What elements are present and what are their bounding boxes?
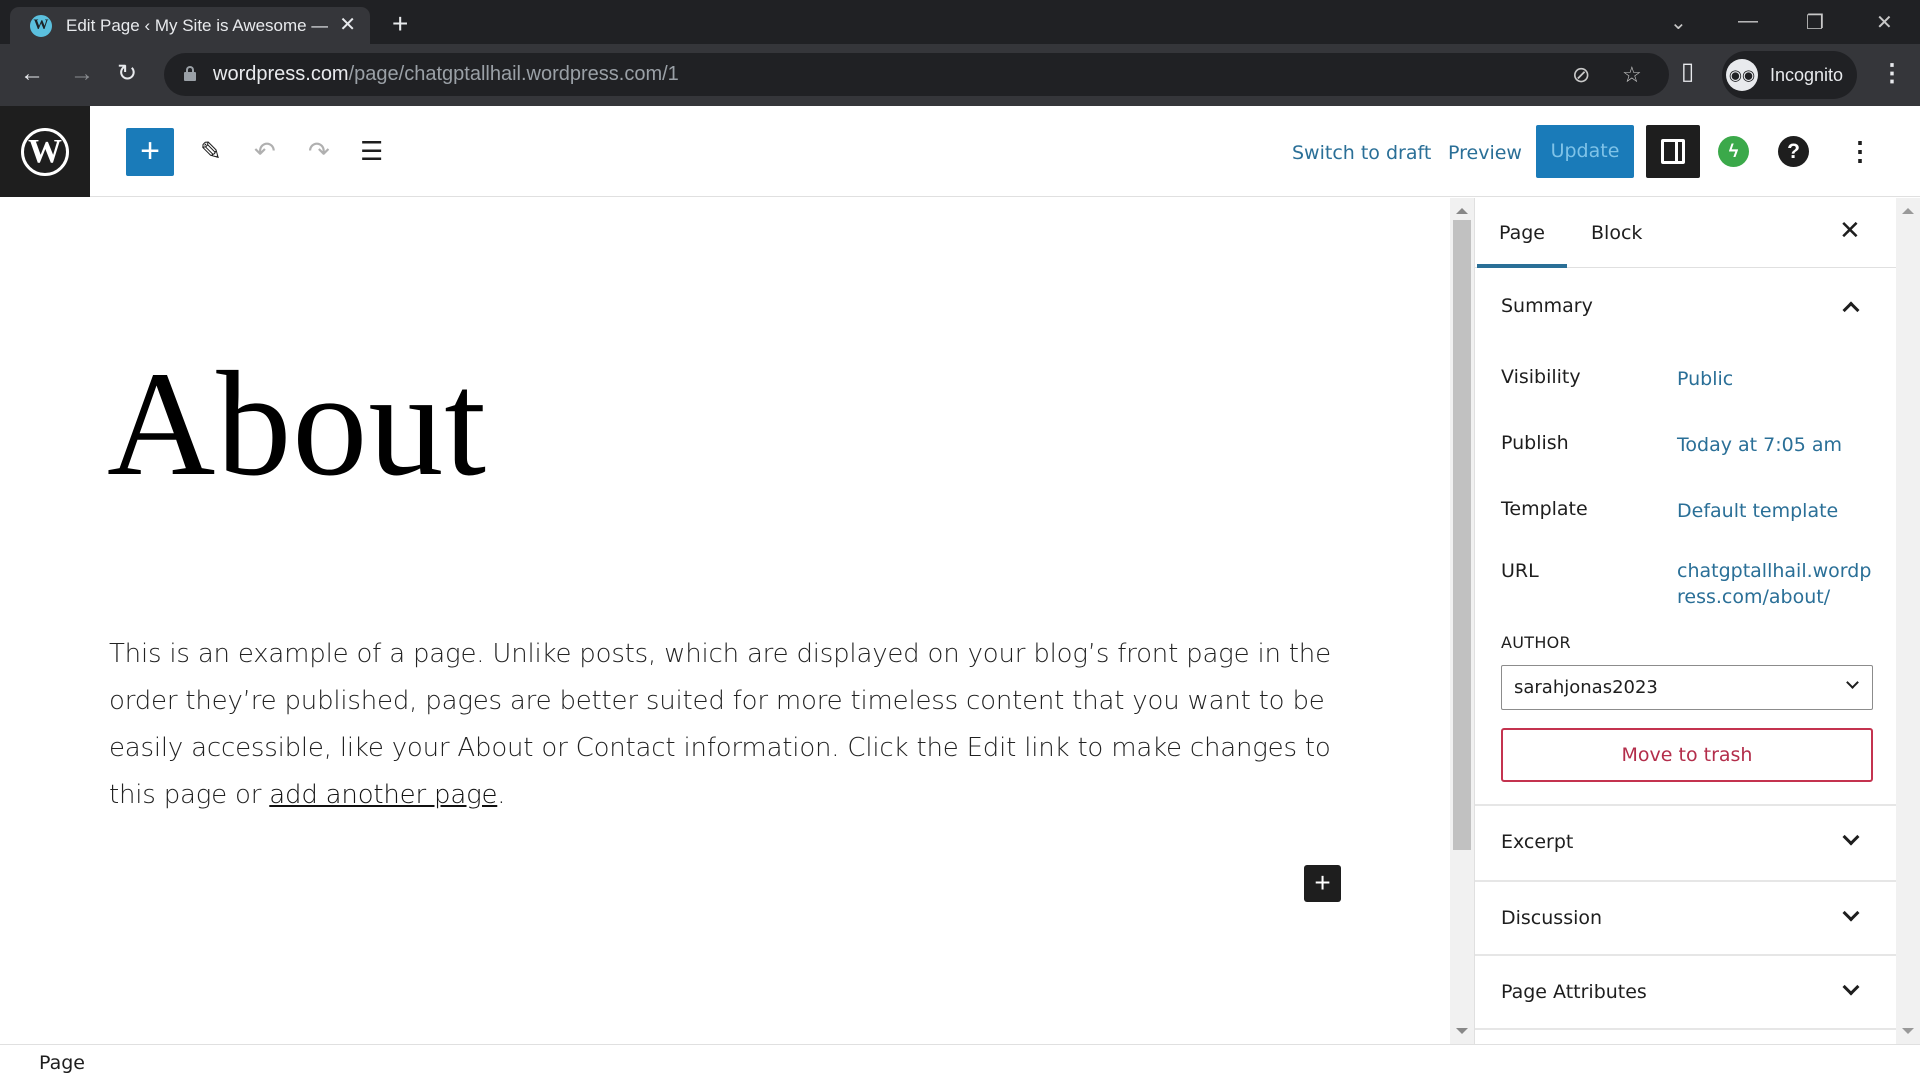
back-icon[interactable]: ← (20, 60, 44, 88)
move-to-trash-button[interactable]: Move to trash (1501, 728, 1873, 782)
preview-button[interactable]: Preview (1448, 142, 1522, 164)
add-another-page-link[interactable]: add another page (269, 780, 497, 810)
scroll-up-arrow-icon[interactable] (1902, 208, 1914, 214)
list-view-icon[interactable]: ☰ (360, 136, 383, 166)
incognito-label: Incognito (1770, 64, 1844, 85)
bookmark-star-icon[interactable]: ☆ (1622, 62, 1642, 88)
page-attributes-panel-toggle[interactable]: Page Attributes (1475, 956, 1896, 1030)
author-select[interactable]: sarahjonas2023 (1501, 665, 1873, 710)
discussion-title: Discussion (1501, 907, 1603, 929)
settings-toggle-button[interactable] (1646, 125, 1700, 178)
page-title[interactable]: About (107, 338, 487, 510)
scroll-down-arrow-icon[interactable] (1456, 1028, 1468, 1034)
incognito-profile-button[interactable]: ◉◉ Incognito (1722, 51, 1857, 99)
reload-icon[interactable]: ↻ (117, 60, 137, 88)
url-value[interactable]: chatgptallhail.wordpress.com/about/ (1677, 558, 1872, 610)
excerpt-title: Excerpt (1501, 831, 1574, 853)
address-bar[interactable]: wordpress.com/page/chatgptallhail.wordpr… (164, 53, 1669, 96)
summary-panel-toggle[interactable]: Summary (1475, 270, 1896, 344)
scrollbar-thumb[interactable] (1453, 220, 1471, 850)
excerpt-panel-toggle[interactable]: Excerpt (1475, 806, 1896, 880)
incognito-icon: ◉◉ (1726, 59, 1758, 91)
tab-search-icon[interactable]: ⌄ (1670, 10, 1687, 35)
browser-title-bar: W Edit Page ‹ My Site is Awesome — ✕ + ⌄… (0, 0, 1920, 44)
tab-block[interactable]: Block (1591, 222, 1642, 244)
chevron-down-icon (1846, 676, 1859, 689)
tab-title: Edit Page ‹ My Site is Awesome — (66, 15, 328, 35)
editor-canvas[interactable]: About This is an example of a page. Unli… (0, 198, 1450, 1044)
block-inserter-toggle[interactable]: + (126, 128, 174, 176)
browser-menu-icon[interactable]: ⋮ (1880, 58, 1904, 90)
tracking-protection-icon[interactable]: ⊘ (1572, 62, 1590, 88)
new-tab-button[interactable]: + (392, 10, 408, 38)
chevron-down-icon (1842, 978, 1860, 996)
redo-icon[interactable]: ↷ (308, 136, 330, 166)
chevron-down-icon (1842, 904, 1860, 922)
breadcrumb-page[interactable]: Page (39, 1052, 85, 1074)
forward-icon[interactable]: → (70, 60, 94, 88)
chevron-up-icon (1842, 301, 1860, 319)
summary-title: Summary (1501, 295, 1593, 317)
discussion-panel-toggle[interactable]: Discussion (1475, 882, 1896, 956)
visibility-label: Visibility (1501, 366, 1581, 388)
scroll-up-arrow-icon[interactable] (1456, 208, 1468, 214)
publish-value[interactable]: Today at 7:05 am (1677, 432, 1872, 458)
editor-footer: Page (0, 1044, 1920, 1080)
editor-header: W + ✎ ↶ ↷ ☰ Switch to draft Preview Upda… (0, 106, 1920, 197)
sidebar-tabs: Page Block ✕ (1475, 198, 1896, 268)
paragraph-block[interactable]: This is an example of a page. Unlike pos… (109, 631, 1349, 819)
visibility-value[interactable]: Public (1677, 366, 1872, 392)
tab-page[interactable]: Page (1499, 222, 1545, 244)
update-button[interactable]: Update (1536, 125, 1634, 178)
browser-tab[interactable]: W Edit Page ‹ My Site is Awesome — ✕ (10, 7, 370, 44)
url-label: URL (1501, 560, 1539, 582)
tools-pencil-icon[interactable]: ✎ (200, 136, 222, 166)
author-label: AUTHOR (1501, 633, 1571, 652)
sidebar-panel-icon (1661, 139, 1685, 164)
publish-label: Publish (1501, 432, 1569, 454)
jetpack-icon[interactable]: ϟ (1718, 136, 1749, 167)
settings-sidebar: Page Block ✕ Summary Visibility Public P… (1474, 198, 1896, 1044)
paragraph-end: . (497, 780, 506, 810)
tab-close-icon[interactable]: ✕ (339, 15, 356, 35)
scroll-down-arrow-icon[interactable] (1902, 1028, 1914, 1034)
lock-icon (184, 66, 196, 81)
canvas-scrollbar[interactable] (1450, 198, 1474, 1044)
template-label: Template (1501, 498, 1588, 520)
browser-toolbar: ← → ↻ wordpress.com/page/chatgptallhail.… (0, 44, 1920, 106)
add-block-button[interactable]: + (1304, 865, 1341, 902)
panel-divider (1475, 1028, 1896, 1030)
restore-icon[interactable]: ❐ (1806, 10, 1824, 35)
wordpress-logo-button[interactable]: W (0, 106, 90, 197)
close-sidebar-icon[interactable]: ✕ (1839, 218, 1861, 244)
help-icon[interactable]: ? (1778, 136, 1809, 167)
wordpress-icon: W (30, 14, 52, 37)
url-text[interactable]: wordpress.com/page/chatgptallhail.wordpr… (213, 63, 679, 86)
window-close-icon[interactable]: ✕ (1876, 10, 1893, 35)
minimize-icon[interactable]: — (1738, 10, 1758, 33)
chevron-down-icon (1842, 828, 1860, 846)
wordpress-logo-icon: W (21, 127, 69, 176)
author-select-value: sarahjonas2023 (1514, 677, 1658, 698)
options-menu-icon[interactable]: ⋮ (1847, 134, 1873, 168)
page-attributes-title: Page Attributes (1501, 981, 1647, 1003)
undo-icon[interactable]: ↶ (254, 136, 276, 166)
sidebar-scrollbar[interactable] (1896, 198, 1920, 1044)
switch-to-draft-button[interactable]: Switch to draft (1292, 142, 1431, 164)
template-value[interactable]: Default template (1677, 498, 1872, 524)
active-tab-indicator (1477, 264, 1567, 268)
side-panel-icon[interactable]: ▯ (1681, 58, 1694, 86)
